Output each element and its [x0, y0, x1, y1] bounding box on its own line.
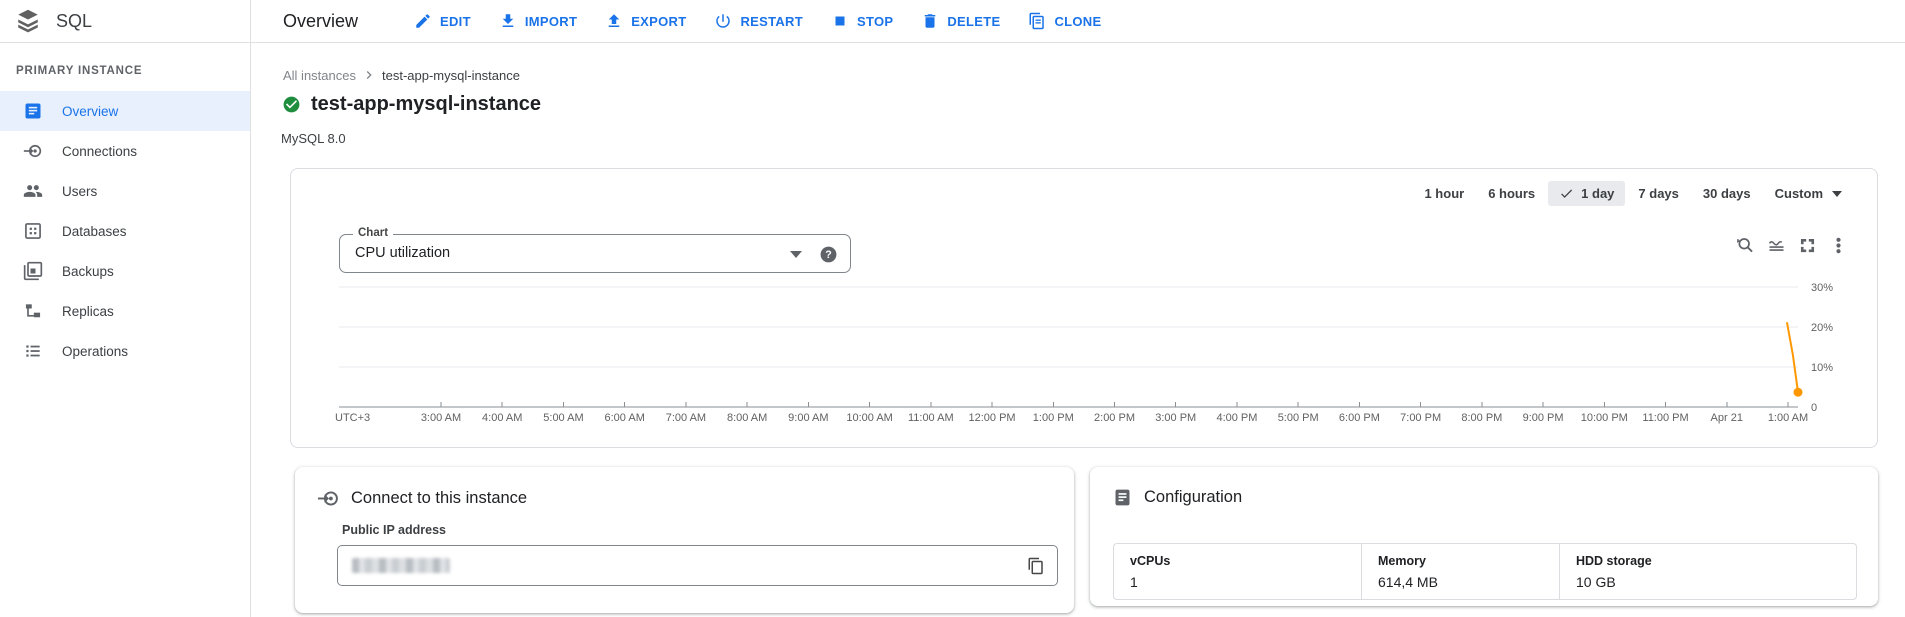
config-field-memory: Memory 614,4 MB — [1361, 544, 1559, 599]
svg-text:3:00 PM: 3:00 PM — [1155, 412, 1196, 424]
svg-text:6:00 AM: 6:00 AM — [605, 412, 645, 424]
instance-title-row: test-app-mysql-instance — [282, 93, 541, 116]
chevron-right-icon — [361, 67, 377, 83]
instance-action-toolbar: EDIT IMPORT EXPORT RESTART STOP DELETE C… — [400, 3, 1115, 39]
sidebar-item-replicas[interactable]: Replicas — [0, 291, 250, 331]
svg-text:30%: 30% — [1811, 282, 1833, 294]
restart-button[interactable]: RESTART — [700, 3, 817, 39]
redacted-ip-value — [352, 558, 450, 573]
svg-text:10:00 PM: 10:00 PM — [1581, 412, 1628, 424]
instance-engine: MySQL 8.0 — [281, 131, 346, 146]
sidebar-item-users[interactable]: Users — [0, 171, 250, 211]
connect-icon — [317, 487, 340, 510]
stop-button[interactable]: STOP — [817, 3, 907, 39]
sidebar-item-overview[interactable]: Overview — [0, 91, 250, 131]
svg-text:Apr 21: Apr 21 — [1711, 412, 1743, 424]
cpu-utilization-chart: 0 10% 20% 30% UTC+3 3:00 AM 4:00 AM 5:00 AM 6:00… — [335, 282, 1833, 424]
svg-text:0: 0 — [1811, 402, 1817, 414]
connect-card: Connect to this instance Public IP addre… — [295, 467, 1074, 613]
connect-card-header: Connect to this instance — [295, 467, 1074, 510]
breadcrumb-all-instances[interactable]: All instances — [283, 68, 356, 83]
breadcrumb-current: test-app-mysql-instance — [381, 67, 520, 83]
svg-text:10:00 AM: 10:00 AM — [846, 412, 892, 424]
svg-text:7:00 AM: 7:00 AM — [666, 412, 706, 424]
replicas-icon — [23, 301, 43, 321]
overview-icon — [23, 101, 43, 121]
svg-text:7:00 PM: 7:00 PM — [1400, 412, 1441, 424]
export-button[interactable]: EXPORT — [591, 3, 700, 39]
sidebar: PRIMARY INSTANCE Overview Connections Us… — [0, 43, 251, 617]
sidebar-section-label: PRIMARY INSTANCE — [16, 65, 143, 77]
top-bar: SQL Overview EDIT IMPORT EXPORT RESTART … — [0, 0, 1905, 43]
product-brand: SQL — [0, 0, 251, 42]
stop-icon — [831, 12, 849, 30]
export-icon — [605, 12, 623, 30]
svg-text:11:00 PM: 11:00 PM — [1642, 412, 1688, 424]
configuration-summary-box: vCPUs 1 Memory 614,4 MB HDD storage 10 G… — [1113, 543, 1857, 600]
sql-product-icon — [15, 8, 41, 34]
sidebar-item-connections[interactable]: Connections — [0, 131, 250, 171]
databases-icon — [23, 221, 43, 241]
svg-text:2:00 PM: 2:00 PM — [1094, 412, 1135, 424]
connect-card-title: Connect to this instance — [351, 489, 528, 507]
configuration-card: Configuration vCPUs 1 Memory 614,4 MB HD… — [1090, 467, 1878, 606]
import-icon — [499, 12, 517, 30]
status-healthy-icon — [282, 95, 301, 114]
config-field-vcpus: vCPUs 1 — [1130, 554, 1171, 590]
svg-text:1:00 PM: 1:00 PM — [1033, 412, 1074, 424]
config-field-hdd-storage: HDD storage 10 GB — [1559, 544, 1856, 599]
sidebar-nav: Overview Connections Users Databases Bac… — [0, 91, 250, 371]
product-name: SQL — [56, 10, 93, 31]
svg-text:8:00 PM: 8:00 PM — [1461, 412, 1502, 424]
sidebar-item-databases[interactable]: Databases — [0, 211, 250, 251]
sidebar-item-backups[interactable]: Backups — [0, 251, 250, 291]
svg-text:20%: 20% — [1811, 322, 1833, 334]
svg-text:8:00 AM: 8:00 AM — [727, 412, 767, 424]
breadcrumb: All instances test-app-mysql-instance — [283, 67, 520, 83]
svg-text:UTC+3: UTC+3 — [335, 412, 370, 424]
copy-icon[interactable] — [1027, 557, 1045, 580]
top-bar-main: Overview EDIT IMPORT EXPORT RESTART STOP… — [251, 0, 1905, 42]
configuration-card-title: Configuration — [1144, 488, 1243, 506]
svg-text:9:00 PM: 9:00 PM — [1523, 412, 1564, 424]
svg-text:6:00 PM: 6:00 PM — [1339, 412, 1380, 424]
import-button[interactable]: IMPORT — [485, 3, 591, 39]
svg-text:11:00 AM: 11:00 AM — [908, 412, 954, 424]
svg-text:5:00 PM: 5:00 PM — [1278, 412, 1319, 424]
svg-text:1:00 AM: 1:00 AM — [1768, 412, 1808, 424]
public-ip-field[interactable] — [337, 545, 1058, 586]
edit-button[interactable]: EDIT — [400, 3, 485, 39]
backups-icon — [23, 261, 43, 281]
sidebar-item-operations[interactable]: Operations — [0, 331, 250, 371]
svg-text:12:00 PM: 12:00 PM — [968, 412, 1015, 424]
page-title: Overview — [283, 10, 359, 31]
public-ip-label: Public IP address — [342, 523, 446, 537]
configuration-card-header: Configuration — [1090, 467, 1878, 508]
main-content: All instances test-app-mysql-instance te… — [252, 43, 1905, 617]
delete-button[interactable]: DELETE — [907, 3, 1014, 39]
svg-text:9:00 AM: 9:00 AM — [788, 412, 828, 424]
metrics-card: 1 hour 6 hours 1 day 7 days 30 days Cust… — [290, 168, 1878, 448]
svg-text:3:00 AM: 3:00 AM — [421, 412, 461, 424]
svg-text:5:00 AM: 5:00 AM — [543, 412, 583, 424]
clone-icon — [1028, 12, 1046, 30]
svg-text:10%: 10% — [1811, 362, 1833, 374]
svg-text:4:00 PM: 4:00 PM — [1216, 412, 1257, 424]
power-icon — [714, 12, 732, 30]
trash-icon — [921, 12, 939, 30]
svg-text:4:00 AM: 4:00 AM — [482, 412, 522, 424]
operations-icon — [23, 341, 43, 361]
clone-button[interactable]: CLONE — [1014, 3, 1115, 39]
pencil-icon — [414, 12, 432, 30]
instance-name: test-app-mysql-instance — [311, 93, 542, 115]
configuration-icon — [1112, 487, 1133, 508]
cloud-sql-overview-page: SQL Overview EDIT IMPORT EXPORT RESTART … — [0, 0, 1905, 617]
users-icon — [23, 181, 43, 201]
connections-icon — [23, 141, 43, 161]
